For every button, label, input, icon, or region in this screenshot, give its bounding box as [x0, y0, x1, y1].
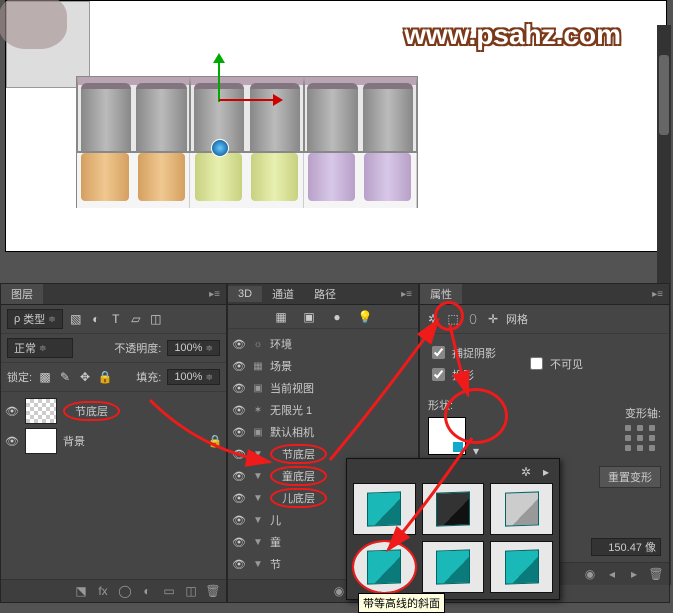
lock-icon: 🔒 [208, 434, 222, 448]
trash-icon[interactable]: 🗑 [649, 567, 663, 581]
filter-mesh-icon[interactable]: ▣ [302, 310, 316, 324]
filter-material-icon[interactable]: ● [330, 310, 344, 324]
invisible-check[interactable]: 不可见 [526, 343, 583, 384]
fx-icon[interactable]: fx [96, 584, 110, 598]
popup-gear-icon[interactable]: ✲ [519, 465, 533, 479]
catch-shadow-check[interactable]: 捕捉阴影 [428, 343, 496, 362]
3d-item[interactable]: 👁▦场景 [228, 355, 418, 377]
filter-all-icon[interactable]: ▦ [274, 310, 288, 324]
tab-channels[interactable]: 通道 [262, 284, 304, 304]
coord-value[interactable] [591, 538, 661, 556]
light-icon: ✶ [252, 403, 264, 417]
render-icon[interactable]: ◉ [583, 567, 597, 581]
3d-item[interactable]: 👁▣当前视图 [228, 377, 418, 399]
lock-move-icon[interactable]: ✥ [78, 370, 92, 384]
gizmo-x-axis[interactable] [219, 99, 279, 101]
fill-value[interactable]: 100% [167, 369, 220, 385]
preset-item[interactable] [490, 541, 553, 593]
preset-item[interactable] [490, 483, 553, 535]
deform-axis-label: 变形轴: [625, 405, 661, 421]
link-icon[interactable]: ⬔ [74, 584, 88, 598]
env-icon: ☼ [252, 337, 264, 351]
filter-light-icon[interactable]: 💡 [358, 310, 372, 324]
filter-adjust-icon[interactable]: ◐ [89, 312, 103, 326]
preset-item[interactable] [422, 541, 485, 593]
layer-name[interactable]: 节底层 [63, 401, 120, 421]
fill-label: 填充: [136, 369, 161, 385]
camera-icon: ▣ [252, 425, 264, 439]
mesh-icon: ▼ [252, 535, 264, 549]
preset-item[interactable] [422, 483, 485, 535]
viewport[interactable]: www.psahz.com [5, 0, 667, 252]
reset-deform-button[interactable]: 重置变形 [599, 466, 661, 488]
filter-shape-icon[interactable]: ▱ [129, 312, 143, 326]
opacity-label: 不透明度: [114, 340, 161, 356]
panel-menu-icon[interactable]: ▸≡ [646, 289, 669, 300]
blend-mode[interactable]: 正常 [7, 338, 73, 358]
gizmo-y-axis[interactable] [218, 57, 220, 102]
layer-row[interactable]: 👁 节底层 [1, 396, 226, 426]
lock-trans-icon[interactable]: ▩ [38, 370, 52, 384]
preset-item-selected[interactable] [353, 541, 416, 593]
tab-3d[interactable]: 3D [228, 286, 262, 302]
layer-name[interactable]: 背景 [63, 433, 85, 449]
view-icon: ▣ [252, 381, 264, 395]
filter-type-icon[interactable]: T [109, 312, 123, 326]
tab-paths[interactable]: 路径 [304, 284, 346, 304]
cap-mode-icon[interactable]: ⬯ [466, 312, 480, 326]
filter-pixel-icon[interactable]: ▧ [69, 312, 83, 326]
texture-grid [6, 1, 90, 88]
layers-panel: 图层▸≡ ρ 类型 ▧ ◐ T ▱ ◫ 正常 不透明度: 100% 锁定: ▩ … [0, 283, 227, 603]
filter-kind[interactable]: ρ 类型 [7, 309, 63, 329]
lock-paint-icon[interactable]: ✎ [58, 370, 72, 384]
mask-icon[interactable]: ◯ [118, 584, 132, 598]
visibility-icon[interactable]: 👁 [5, 435, 19, 448]
mesh-icon: ▼ [252, 491, 264, 505]
coord-mode-icon[interactable]: ✛ [486, 312, 500, 326]
lock-all-icon[interactable]: 🔒 [98, 370, 112, 384]
group-icon[interactable]: ▭ [162, 584, 176, 598]
mesh-icon: ▼ [252, 469, 264, 483]
scene-icon: ▦ [252, 359, 264, 373]
mesh-icon: ▼ [252, 447, 264, 461]
panel-menu-icon[interactable]: ▸≡ [395, 289, 418, 300]
tab-layers[interactable]: 图层 [1, 284, 43, 304]
panel-menu-icon[interactable]: ▸≡ [203, 289, 226, 300]
mesh-icon: ▼ [252, 557, 264, 571]
annotation-circle [434, 301, 464, 331]
tab-properties[interactable]: 属性 [420, 284, 462, 304]
popup-menu-icon[interactable]: ▸ [539, 465, 553, 479]
render-icon[interactable]: ◉ [332, 584, 346, 598]
new-icon[interactable]: ◫ [184, 584, 198, 598]
preset-dropdown-icon[interactable]: ▾ [469, 444, 483, 458]
next-icon[interactable]: ▸ [627, 567, 641, 581]
preset-item[interactable] [353, 483, 416, 535]
lock-label: 锁定: [7, 369, 32, 385]
annotation-circle [444, 388, 508, 444]
mesh-icon: ▼ [252, 513, 264, 527]
watermark: www.psahz.com [404, 19, 621, 51]
3d-item[interactable]: 👁▣默认相机 [228, 421, 418, 443]
layer-row[interactable]: 👁 背景 🔒 [1, 426, 226, 456]
gizmo-center[interactable] [211, 139, 229, 157]
layer-thumb[interactable] [25, 428, 57, 454]
cast-shadow-check[interactable]: 投影 [428, 365, 496, 384]
layer-thumb[interactable] [25, 398, 57, 424]
opacity-value[interactable]: 100% [167, 340, 220, 356]
prev-icon[interactable]: ◂ [605, 567, 619, 581]
preset-tooltip: 带等高线的斜面 [358, 593, 445, 613]
adjust-icon[interactable]: ◐ [140, 584, 154, 598]
visibility-icon[interactable]: 👁 [5, 405, 19, 418]
filter-smart-icon[interactable]: ◫ [149, 312, 163, 326]
deform-axis-grid[interactable] [625, 425, 661, 451]
mesh-label: 网格 [506, 311, 528, 327]
3d-model[interactable] [76, 76, 418, 208]
3d-item[interactable]: 👁☼环境 [228, 333, 418, 355]
shape-preset-popup[interactable]: ✲ ▸ [346, 458, 560, 600]
3d-item[interactable]: 👁✶无限光 1 [228, 399, 418, 421]
trash-icon[interactable]: 🗑 [206, 584, 220, 598]
